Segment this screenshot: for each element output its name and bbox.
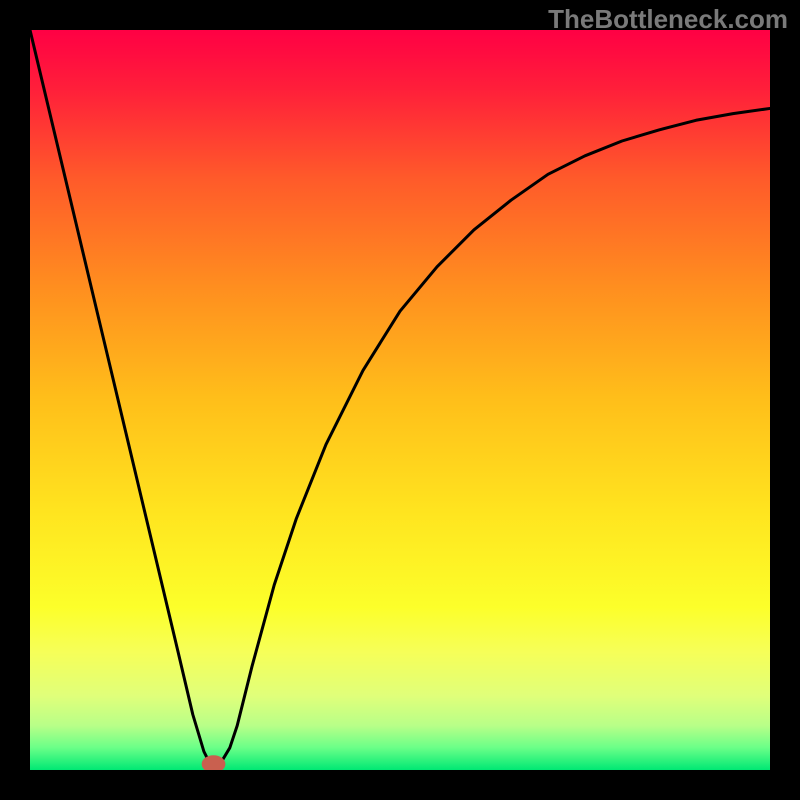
watermark-label: TheBottleneck.com xyxy=(548,4,788,35)
plot-background xyxy=(30,30,770,770)
bottleneck-chart: TheBottleneck.com xyxy=(0,0,800,800)
chart-canvas xyxy=(0,0,800,800)
